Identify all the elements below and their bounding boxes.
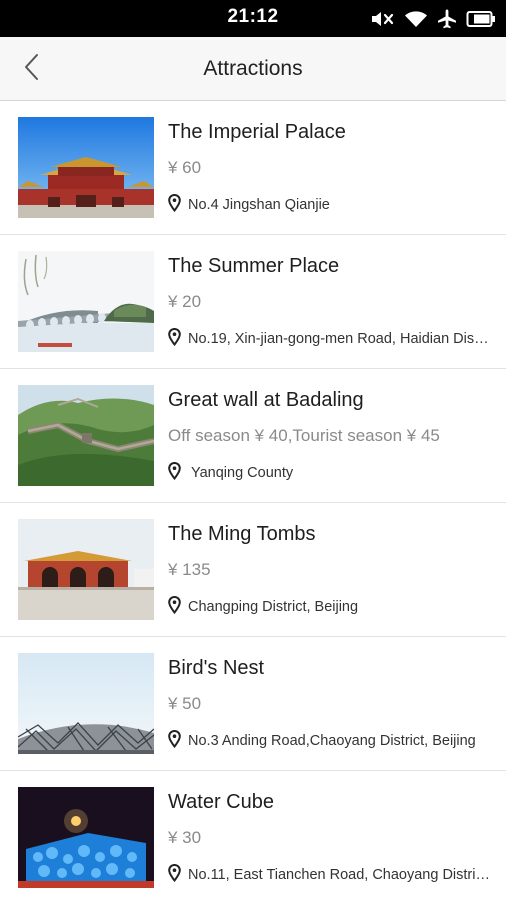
attraction-price: ¥ 30: [168, 828, 202, 847]
list-item[interactable]: Water Cube ¥ 30 No.11, East Tianchen Roa…: [0, 771, 506, 900]
attraction-name: The Ming Tombs: [168, 523, 316, 545]
attraction-address: No.4 Jingshan Qianjie: [168, 193, 490, 217]
attraction-address: No.3 Anding Road,Chaoyang District, Beij…: [168, 729, 490, 753]
location-pin-icon: [168, 729, 181, 753]
attraction-address: Changping District, Beijing: [168, 595, 490, 619]
ming-tombs-photo: [18, 519, 154, 620]
address-text: No.4 Jingshan Qianjie: [188, 197, 330, 213]
attraction-address: Yanqing County: [168, 461, 490, 485]
app-header: Attractions: [0, 37, 506, 101]
location-pin-icon: [168, 595, 181, 619]
attraction-address: No.11, East Tianchen Road, Chaoyang Dist…: [168, 863, 490, 887]
address-text: No.3 Anding Road,Chaoyang District, Beij…: [188, 733, 476, 749]
attractions-list[interactable]: The Imperial Palace ¥ 60 No.4 Jingshan Q…: [0, 101, 506, 900]
birds-nest-photo: [18, 653, 154, 754]
battery-icon: [466, 10, 496, 28]
summer-palace-photo: [18, 251, 154, 352]
attraction-name: The Summer Place: [168, 255, 340, 277]
status-bar: 21:12: [0, 0, 506, 37]
attraction-name: Bird's Nest: [168, 657, 265, 679]
attraction-address: No.19, Xin-jian-gong-men Road, Haidian D…: [168, 327, 490, 351]
attraction-price: ¥ 50: [168, 694, 202, 713]
address-text: Yanqing County: [191, 465, 294, 481]
list-item[interactable]: Bird's Nest ¥ 50 No.3 Anding Road,Chaoya…: [0, 637, 506, 771]
airplane-icon: [436, 8, 458, 30]
list-item[interactable]: The Summer Place ¥ 20 No.19, Xin-jian-go…: [0, 235, 506, 369]
location-pin-icon: [168, 461, 181, 485]
attraction-name: The Imperial Palace: [168, 121, 346, 143]
attraction-price: ¥ 135: [168, 560, 211, 579]
mute-icon: [370, 9, 396, 29]
location-pin-icon: [168, 863, 181, 887]
attraction-price: ¥ 60: [168, 158, 202, 177]
address-text: No.11, East Tianchen Road, Chaoyang Dist…: [188, 867, 490, 883]
status-icons: [370, 8, 496, 30]
wifi-icon: [404, 9, 428, 29]
imperial-palace-photo: [18, 117, 154, 218]
list-item[interactable]: Great wall at Badaling Off season ¥ 40,T…: [0, 369, 506, 503]
location-pin-icon: [168, 193, 181, 217]
location-pin-icon: [168, 327, 181, 351]
great-wall-photo: [18, 385, 154, 486]
list-item[interactable]: The Imperial Palace ¥ 60 No.4 Jingshan Q…: [0, 101, 506, 235]
attraction-price: Off season ¥ 40,Tourist season ¥ 45: [168, 426, 440, 445]
attraction-name: Water Cube: [168, 791, 274, 813]
list-item[interactable]: The Ming Tombs ¥ 135 Changping District,…: [0, 503, 506, 637]
address-text: No.19, Xin-jian-gong-men Road, Haidian D…: [188, 331, 490, 347]
attraction-price: ¥ 20: [168, 292, 202, 311]
attraction-name: Great wall at Badaling: [168, 389, 364, 411]
water-cube-photo: [18, 787, 154, 888]
address-text: Changping District, Beijing: [188, 599, 359, 615]
page-title: Attractions: [203, 57, 303, 80]
